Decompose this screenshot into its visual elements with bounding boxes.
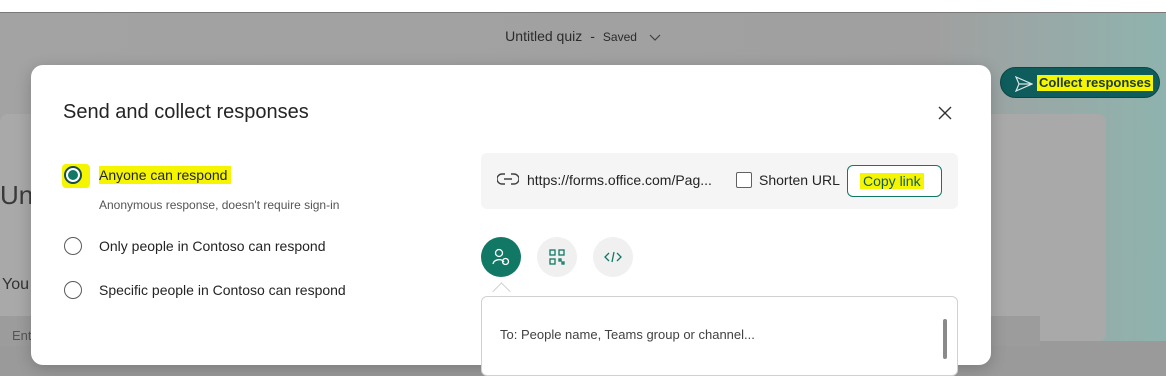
form-title[interactable]: Untitled quiz bbox=[505, 28, 582, 44]
scrollbar[interactable] bbox=[943, 319, 947, 359]
share-url[interactable]: https://forms.office.com/Pag... bbox=[527, 172, 712, 188]
shorten-url-checkbox[interactable] bbox=[736, 172, 752, 188]
option-specific-label: Specific people in Contoso can respond bbox=[99, 282, 346, 298]
copy-link-label: Copy link bbox=[860, 173, 924, 189]
qr-code-button[interactable] bbox=[537, 237, 577, 277]
radio-anyone[interactable] bbox=[64, 166, 82, 184]
shorten-url-label[interactable]: Shorten URL bbox=[759, 172, 840, 188]
top-bar bbox=[0, 0, 1166, 13]
link-icon bbox=[496, 172, 520, 191]
form-title-bar[interactable]: Untitled quiz - Saved bbox=[0, 28, 1166, 45]
send-icon bbox=[1014, 75, 1034, 97]
chevron-down-icon[interactable] bbox=[649, 29, 661, 45]
recipients-input[interactable]: To: People name, Teams group or channel.… bbox=[481, 296, 958, 376]
collect-responses-button[interactable]: Collect responses bbox=[1000, 67, 1160, 98]
option-contoso-label: Only people in Contoso can respond bbox=[99, 238, 326, 254]
recipients-placeholder: To: People name, Teams group or channel.… bbox=[500, 327, 755, 342]
radio-contoso[interactable] bbox=[64, 237, 82, 255]
close-icon[interactable] bbox=[935, 103, 955, 123]
invite-people-button[interactable] bbox=[481, 237, 521, 277]
option-anyone-label: Anyone can respond bbox=[99, 166, 232, 184]
send-dialog: Send and collect responses Anyone can re… bbox=[31, 65, 991, 376]
radio-specific[interactable] bbox=[64, 281, 82, 299]
copy-link-button[interactable]: Copy link bbox=[847, 165, 942, 197]
dialog-title: Send and collect responses bbox=[63, 101, 309, 123]
save-status: Saved bbox=[602, 30, 637, 44]
option-anyone-description: Anonymous response, doesn't require sign… bbox=[99, 198, 340, 212]
title-separator: - bbox=[590, 28, 595, 44]
form-description: You bbox=[2, 276, 29, 293]
collect-responses-label: Collect responses bbox=[1037, 75, 1153, 91]
share-link-bar: https://forms.office.com/Pag... Shorten … bbox=[481, 153, 958, 209]
embed-code-button[interactable] bbox=[593, 237, 633, 277]
